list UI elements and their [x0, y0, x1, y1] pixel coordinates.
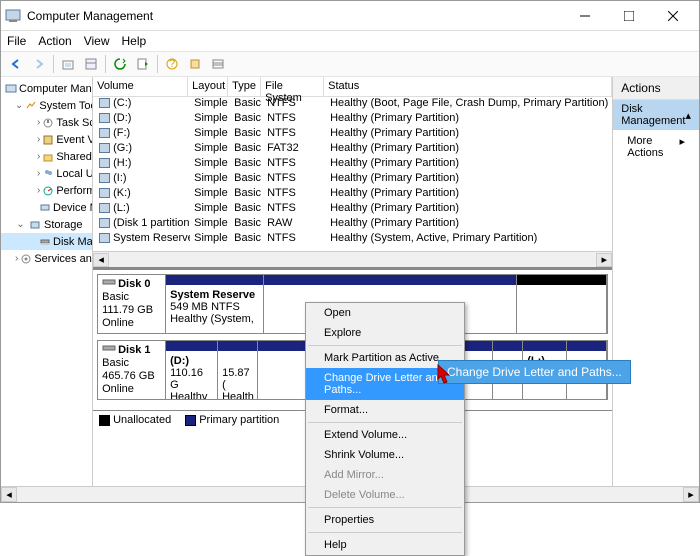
ctx-help[interactable]: Help	[306, 535, 464, 555]
ctx-add-mirror: Add Mirror...	[306, 465, 464, 485]
toolbar: ?	[1, 51, 699, 77]
actions-pane: Actions Disk Management▴ More Actions▸	[613, 77, 699, 486]
chevron-right-icon: ▸	[679, 135, 685, 159]
col-status[interactable]: Status	[324, 77, 612, 96]
disk-0-label: Disk 0 Basic 111.79 GB Online	[98, 275, 166, 333]
col-fs[interactable]: File System	[261, 77, 324, 96]
volume-list[interactable]: (C:)SimpleBasicNTFSHealthy (Boot, Page F…	[93, 97, 612, 247]
disk-0-part-2[interactable]	[517, 275, 607, 333]
menu-help[interactable]: Help	[122, 34, 147, 48]
tree-storage[interactable]: ⌄Storage	[1, 216, 92, 233]
tree-performance[interactable]: ›Performance	[1, 182, 92, 199]
nav-tree[interactable]: Computer Management (Local ⌄System Tools…	[1, 77, 93, 486]
export-button[interactable]	[132, 53, 154, 75]
disk-1-label: Disk 1 Basic 465.76 GB Online	[98, 341, 166, 399]
tooltip: Change Drive Letter and Paths...	[438, 360, 631, 384]
volume-row[interactable]: (Disk 1 partition 2)SimpleBasicRAWHealth…	[93, 217, 612, 232]
context-menu: Open Explore Mark Partition as Active Ch…	[305, 302, 465, 556]
minimize-button[interactable]	[563, 2, 607, 30]
ctx-format[interactable]: Format...	[306, 400, 464, 420]
menu-view[interactable]: View	[84, 34, 110, 48]
volume-row[interactable]: (L:)SimpleBasicNTFSHealthy (Primary Part…	[93, 202, 612, 217]
volume-row[interactable]: System Reserved (K:)SimpleBasicNTFSHealt…	[93, 232, 612, 247]
window-title: Computer Management	[27, 9, 563, 23]
menu-file[interactable]: File	[7, 34, 26, 48]
actions-more[interactable]: More Actions▸	[613, 130, 699, 164]
disk-1-part-0[interactable]: (D:)110.16 GHealthy	[166, 341, 218, 399]
ctx-delete-volume: Delete Volume...	[306, 485, 464, 505]
tree-task-scheduler[interactable]: ›Task Scheduler	[1, 114, 92, 131]
tree-disk-management[interactable]: Disk Management	[1, 233, 92, 250]
col-type[interactable]: Type	[228, 77, 261, 96]
legend-primary-icon	[185, 415, 196, 426]
volume-row[interactable]: (H:)SimpleBasicNTFSHealthy (Primary Part…	[93, 157, 612, 172]
volume-row[interactable]: (I:)SimpleBasicNTFSHealthy (Primary Part…	[93, 172, 612, 187]
ctx-open[interactable]: Open	[306, 303, 464, 323]
menubar: File Action View Help	[1, 31, 699, 51]
volume-row[interactable]: (D:)SimpleBasicNTFSHealthy (Primary Part…	[93, 112, 612, 127]
ctx-extend[interactable]: Extend Volume...	[306, 425, 464, 445]
actions-disk-management[interactable]: Disk Management▴	[613, 100, 699, 130]
settings-button[interactable]	[184, 53, 206, 75]
titlebar: Computer Management	[1, 1, 699, 31]
volume-list-header[interactable]: Volume Layout Type File System Status	[93, 77, 612, 97]
forward-button[interactable]	[28, 53, 50, 75]
tree-root[interactable]: Computer Management (Local	[1, 80, 92, 97]
ctx-properties[interactable]: Properties	[306, 510, 464, 530]
disk-0-part-0[interactable]: System Reserve549 MB NTFSHealthy (System…	[166, 275, 264, 333]
view-button[interactable]	[80, 53, 102, 75]
ctx-explore[interactable]: Explore	[306, 323, 464, 343]
tree-system-tools[interactable]: ⌄System Tools	[1, 97, 92, 114]
svg-text:?: ?	[169, 58, 175, 70]
scroll-right-icon[interactable]: ▸	[596, 253, 612, 267]
scroll-right-icon[interactable]: ▸	[683, 487, 699, 502]
col-volume[interactable]: Volume	[93, 77, 188, 96]
volume-row[interactable]: (C:)SimpleBasicNTFSHealthy (Boot, Page F…	[93, 97, 612, 112]
app-icon	[5, 8, 21, 24]
close-button[interactable]	[651, 2, 695, 30]
tree-local-users[interactable]: ›Local Users and Groups	[1, 165, 92, 182]
maximize-button[interactable]	[607, 2, 651, 30]
up-button[interactable]	[57, 53, 79, 75]
volume-row[interactable]: (F:)SimpleBasicNTFSHealthy (Primary Part…	[93, 127, 612, 142]
scroll-left-icon[interactable]: ◂	[93, 253, 109, 267]
menu-action[interactable]: Action	[38, 34, 71, 48]
ctx-shrink[interactable]: Shrink Volume...	[306, 445, 464, 465]
collapse-icon: ▴	[685, 109, 691, 122]
tree-device-manager[interactable]: Device Manager	[1, 199, 92, 216]
legend-unallocated-icon	[99, 415, 110, 426]
scroll-left-icon[interactable]: ◂	[1, 487, 17, 502]
disk-1-part-1[interactable]: 15.87 (Health	[218, 341, 258, 399]
volume-row[interactable]: (G:)SimpleBasicFAT32Healthy (Primary Par…	[93, 142, 612, 157]
refresh-button[interactable]	[109, 53, 131, 75]
actions-header: Actions	[613, 77, 699, 100]
back-button[interactable]	[5, 53, 27, 75]
list-button[interactable]	[207, 53, 229, 75]
tree-event-viewer[interactable]: ›Event Viewer	[1, 131, 92, 148]
tree-shared-folders[interactable]: ›Shared Folders	[1, 148, 92, 165]
col-layout[interactable]: Layout	[188, 77, 228, 96]
volume-row[interactable]: (K:)SimpleBasicNTFSHealthy (Primary Part…	[93, 187, 612, 202]
tree-services[interactable]: ›Services and Applications	[1, 250, 92, 267]
h-scrollbar[interactable]: ◂ ▸	[93, 251, 612, 267]
help-button[interactable]: ?	[161, 53, 183, 75]
